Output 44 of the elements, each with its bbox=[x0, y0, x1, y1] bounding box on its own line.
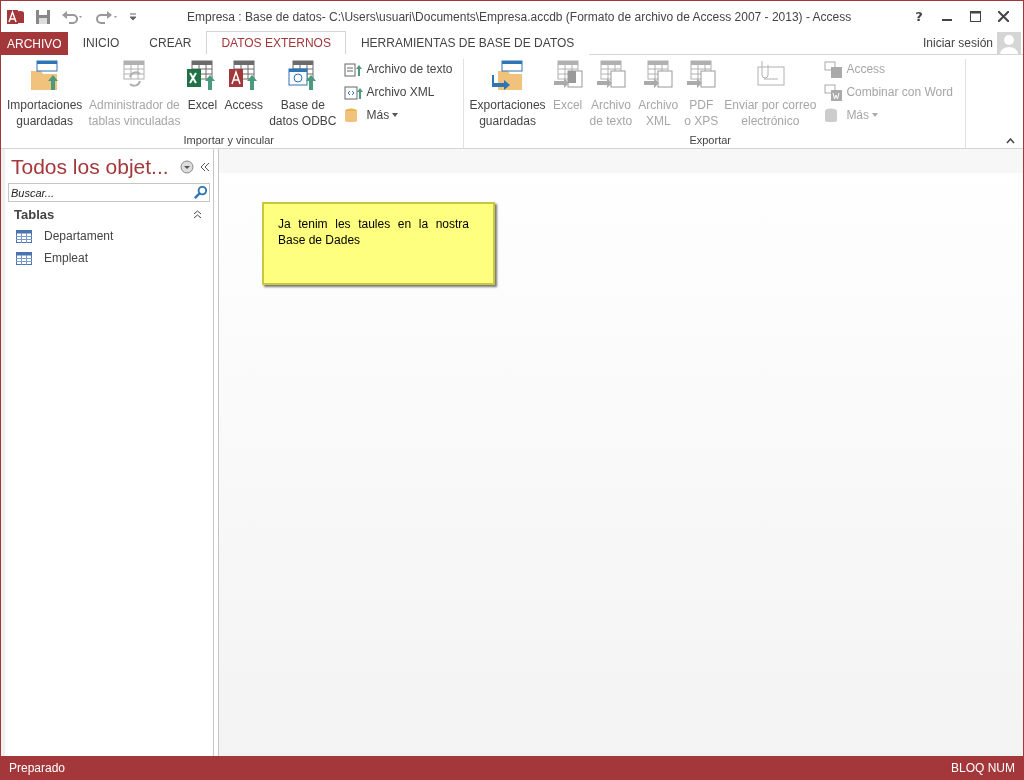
pdf-export-icon bbox=[685, 59, 718, 91]
undo-icon[interactable] bbox=[61, 9, 85, 24]
text-button[interactable]: Archivo de texto bbox=[344, 59, 453, 79]
group-label: Exportar bbox=[688, 134, 732, 148]
status-text: Preparado bbox=[9, 760, 66, 775]
ribbon-tab[interactable]: DATOS EXTERNOS bbox=[206, 31, 346, 55]
access-import-icon bbox=[227, 59, 260, 91]
odbc-icon bbox=[286, 59, 319, 91]
window-title: Empresa : Base de datos- C:\Users\usuari\Documents\Empresa.accdb (Formato de archivo de Access 2007 - 2013) - Access bbox=[187, 9, 853, 24]
num-lock-indicator: BLOQ NUM bbox=[951, 760, 1015, 775]
dropdown-icon[interactable] bbox=[180, 160, 194, 174]
excel-import-button[interactable]: Excel bbox=[184, 59, 221, 134]
odbc-button[interactable]: Base de datos ODBC bbox=[267, 59, 339, 134]
save-icon[interactable] bbox=[35, 8, 51, 25]
note-label: Ja tenim les taules en la nostra Base de Dades bbox=[262, 202, 495, 285]
saved-export-icon bbox=[491, 59, 524, 91]
text-export-icon bbox=[594, 59, 627, 91]
xml-export-icon bbox=[642, 59, 675, 91]
excel-export-icon bbox=[551, 59, 584, 91]
word-icon bbox=[824, 82, 844, 102]
customize-icon[interactable] bbox=[129, 12, 137, 21]
redo-icon[interactable] bbox=[95, 9, 119, 24]
table-icon bbox=[16, 229, 32, 243]
table-item[interactable]: Departament bbox=[8, 225, 210, 247]
app-logo-icon bbox=[7, 7, 25, 26]
nav-group-header[interactable]: Tablas bbox=[8, 202, 210, 225]
collapse-ribbon-icon[interactable] bbox=[1006, 138, 1015, 144]
maximize-icon[interactable] bbox=[969, 11, 981, 22]
group-label: Importar y vincular bbox=[182, 134, 275, 148]
access-import-button[interactable]: Access bbox=[222, 59, 266, 134]
help-button[interactable]: ? bbox=[905, 4, 933, 29]
more-button[interactable]: Más bbox=[344, 105, 453, 125]
xml-button[interactable]: Archivo XML bbox=[344, 82, 453, 102]
saved-import-button[interactable]: Importaciones guardadas bbox=[5, 59, 85, 134]
table-icon bbox=[16, 251, 32, 265]
table-item[interactable]: Empleat bbox=[8, 247, 210, 269]
saved-export-button[interactable]: Exportaciones guardadas bbox=[467, 59, 548, 134]
collapse-pane-icon[interactable] bbox=[200, 162, 210, 172]
sign-in-link[interactable]: Iniciar sesión bbox=[922, 36, 993, 50]
close-icon[interactable] bbox=[997, 11, 1009, 22]
file-tab[interactable]: ARCHIVO bbox=[1, 32, 68, 55]
nav-pane-title[interactable]: Todos los objet... bbox=[11, 155, 174, 179]
saved-import-icon bbox=[28, 59, 61, 91]
access-icon bbox=[824, 59, 844, 79]
